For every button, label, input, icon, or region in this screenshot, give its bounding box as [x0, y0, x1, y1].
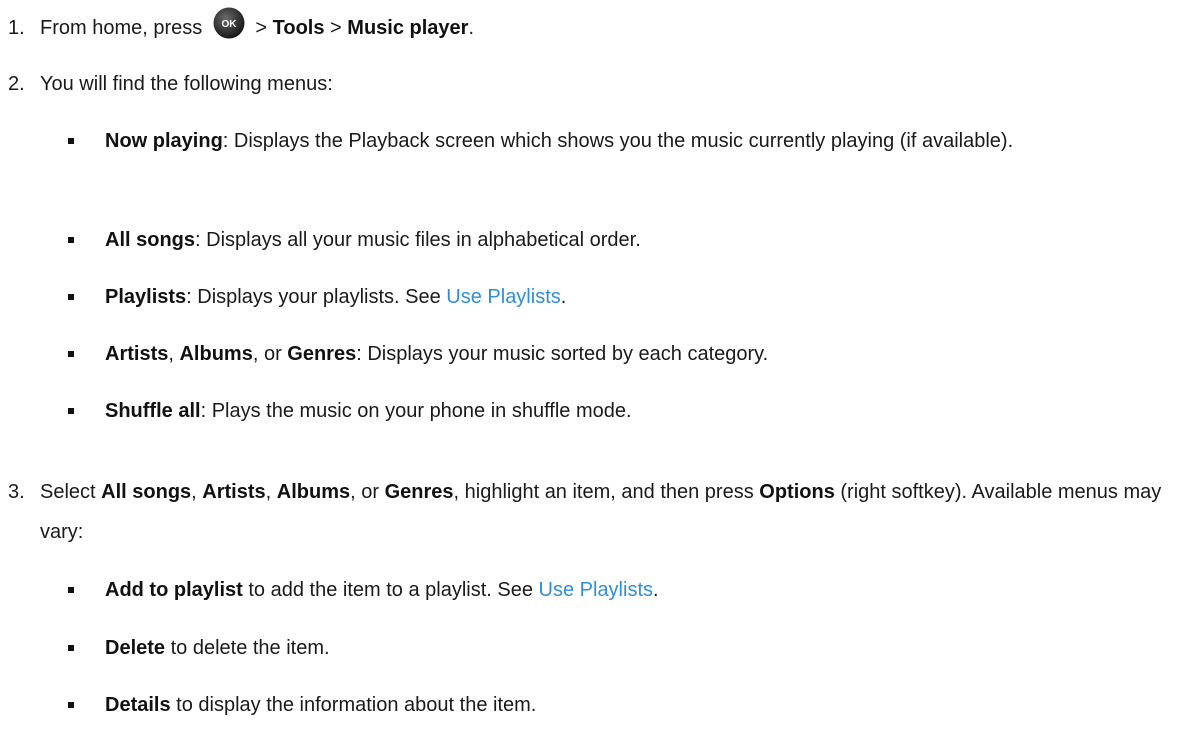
bullet-square-icon — [68, 351, 74, 357]
text-run: , or — [252, 343, 288, 365]
step-1-separator-1: > — [255, 17, 273, 39]
step-1-separator-2: > — [324, 17, 348, 39]
bullet-text: Shuffle all: Plays the music on your pho… — [105, 397, 1190, 425]
bold-term: Delete — [105, 637, 166, 659]
text-run: : Displays your music sorted by each cat… — [356, 343, 769, 365]
text-run: , — [191, 481, 203, 503]
text-run: : Displays the Playback screen which sho… — [222, 130, 1014, 152]
bullet-text: Add to playlist to add the item to a pla… — [105, 576, 1190, 604]
text-run: . — [560, 286, 567, 308]
step-number: 3. — [8, 481, 25, 503]
use-playlists-link[interactable]: Use Playlists — [539, 579, 653, 601]
bold-term: All songs — [101, 481, 192, 503]
step-number: 1. — [8, 17, 25, 39]
text-run: : Displays your playlists. See — [186, 286, 447, 308]
bullet-square-icon — [68, 645, 74, 651]
text-run: Select — [40, 481, 102, 503]
use-playlists-link[interactable]: Use Playlists — [446, 286, 560, 308]
bullet-text: All songs: Displays all your music files… — [105, 226, 1190, 254]
bullet-text: Delete to delete the item. — [105, 634, 1190, 662]
bold-term: Options — [759, 481, 835, 503]
bullet-square-icon — [68, 408, 74, 414]
bullet-square-icon — [68, 702, 74, 708]
text-run: to delete the item. — [165, 637, 330, 659]
bullet-square-icon — [68, 138, 74, 144]
bold-term: Albums — [179, 343, 253, 365]
ok-button-icon: OK — [213, 7, 245, 39]
bold-term: Details — [105, 694, 171, 716]
step-1-text: From home, press OK > Tools > Music play… — [40, 7, 1190, 42]
text-run: to display the information about the ite… — [170, 694, 537, 716]
step-1-tools: Tools — [272, 17, 325, 39]
step-1-suffix: . — [468, 17, 475, 39]
text-run: to add the item to a playlist. See — [242, 579, 539, 601]
svg-text:OK: OK — [221, 19, 237, 30]
bullet-text: Now playing: Displays the Playback scree… — [105, 121, 1190, 161]
bold-term: All songs — [105, 229, 196, 251]
bold-term: Artists — [105, 343, 169, 365]
bold-term: Genres — [384, 481, 454, 503]
bold-term: Artists — [202, 481, 266, 503]
text-run: , — [265, 481, 277, 503]
text-run: : Plays the music on your phone in shuff… — [200, 400, 632, 422]
bold-term: Genres — [287, 343, 357, 365]
document-page: 1. From home, press OK > Tools > Music p… — [0, 0, 1198, 738]
text-run: . — [653, 579, 659, 601]
step-1-prefix: From home, press — [40, 17, 203, 39]
text-run: , highlight an item, and then press — [453, 481, 760, 503]
bold-term: Add to playlist — [105, 579, 243, 601]
bullet-square-icon — [68, 294, 74, 300]
text-run: : Displays all your music files in alpha… — [195, 229, 641, 251]
bullet-text: Details to display the information about… — [105, 691, 1190, 719]
bold-term: Playlists — [105, 286, 187, 308]
bullet-text: Artists, Albums, or Genres: Displays you… — [105, 340, 1190, 368]
step-1-music-player: Music player — [347, 17, 469, 39]
bullet-square-icon — [68, 587, 74, 593]
bold-term: Shuffle all — [105, 400, 201, 422]
step-3-text: Select All songs, Artists, Albums, or Ge… — [40, 472, 1190, 552]
step-2-text: You will find the following menus: — [40, 73, 333, 95]
bullet-square-icon — [68, 237, 74, 243]
bullet-text: Playlists: Displays your playlists. See … — [105, 283, 1190, 311]
step-number: 2. — [8, 73, 25, 95]
bold-term: Albums — [276, 481, 351, 503]
text-run: , or — [350, 481, 385, 503]
text-run: , — [168, 343, 180, 365]
bold-term: Now playing — [105, 130, 223, 152]
